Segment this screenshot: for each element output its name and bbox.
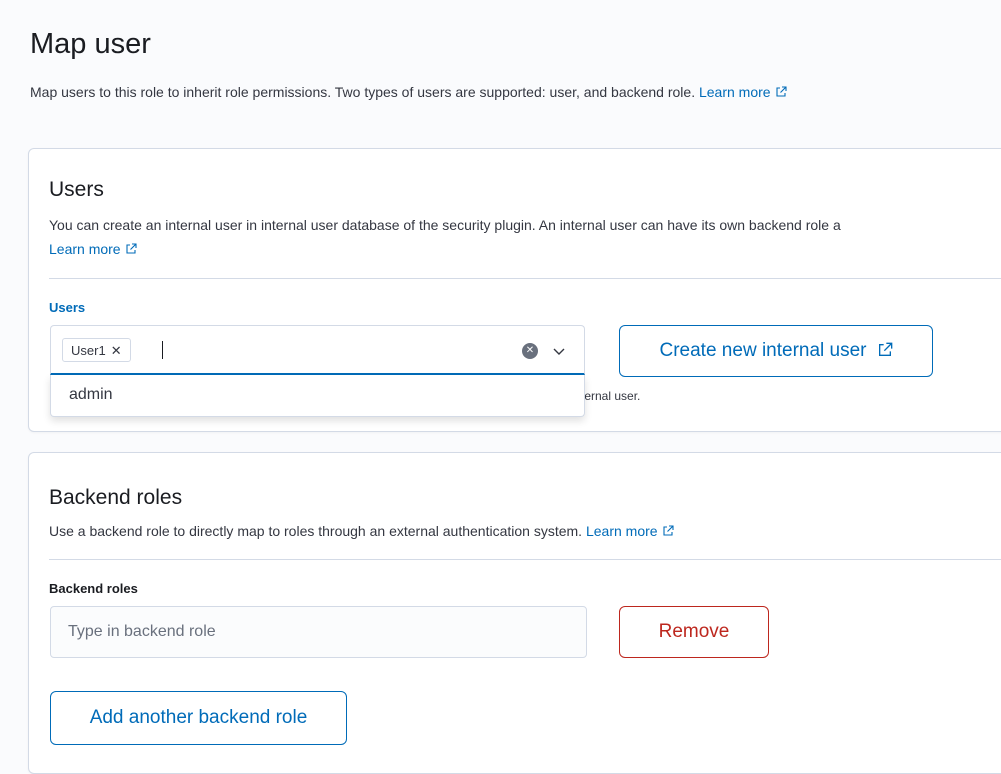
backend-roles-learn-more-link[interactable]: Learn more xyxy=(586,523,674,539)
close-icon[interactable]: ✕ xyxy=(111,343,122,358)
create-internal-user-button[interactable]: Create new internal user xyxy=(619,325,933,377)
clear-icon[interactable]: ✕ xyxy=(522,343,538,359)
chevron-down-icon[interactable] xyxy=(551,343,567,359)
external-link-icon xyxy=(878,342,892,356)
users-learn-more-link[interactable]: Learn more xyxy=(49,241,137,257)
users-combo-box[interactable]: User1 ✕ ✕ xyxy=(50,325,585,375)
external-link-icon xyxy=(663,525,674,536)
create-internal-user-label: Create new internal user xyxy=(659,340,867,361)
users-field-label: Users xyxy=(49,300,86,315)
users-panel: Users You can create an internal user in… xyxy=(28,148,1001,432)
add-backend-role-button[interactable]: Add another backend role xyxy=(50,691,347,745)
backend-roles-divider xyxy=(49,559,1001,560)
remove-backend-role-button[interactable]: Remove xyxy=(619,606,769,658)
page-learn-more-link[interactable]: Learn more xyxy=(699,84,787,100)
text-cursor xyxy=(162,341,163,359)
user-tag-label: User1 xyxy=(71,343,106,358)
page-title: Map user xyxy=(30,28,151,60)
dropdown-option-admin[interactable]: admin xyxy=(69,386,113,404)
page-description-text: Map users to this role to inherit role p… xyxy=(30,84,696,100)
page-description: Map users to this role to inherit role p… xyxy=(30,84,787,100)
user-tag: User1 ✕ xyxy=(62,338,131,362)
backend-roles-description-text: Use a backend role to directly map to ro… xyxy=(49,523,583,539)
backend-roles-field-label: Backend roles xyxy=(49,581,138,596)
users-divider xyxy=(49,278,1001,279)
users-dropdown: admin xyxy=(50,375,585,417)
backend-role-input[interactable]: Type in backend role xyxy=(50,606,587,658)
backend-roles-panel: Backend roles Use a backend role to dire… xyxy=(28,452,1001,774)
backend-roles-heading: Backend roles xyxy=(49,486,183,509)
users-heading: Users xyxy=(49,178,104,201)
backend-roles-description: Use a backend role to directly map to ro… xyxy=(49,523,674,539)
users-description: You can create an internal user in inter… xyxy=(49,217,841,233)
external-link-icon xyxy=(776,86,787,97)
external-link-icon xyxy=(126,243,137,254)
